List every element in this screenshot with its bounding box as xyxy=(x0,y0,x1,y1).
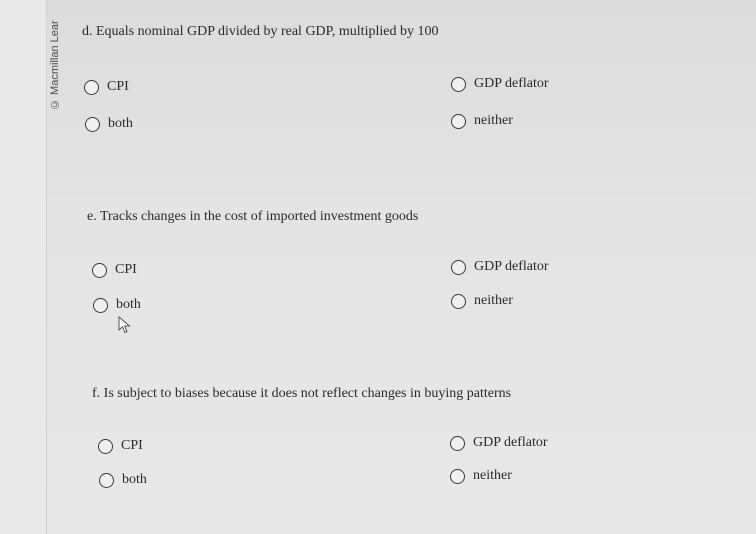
option-label: CPI xyxy=(115,262,137,277)
copyright-watermark: © Macmillan Lear xyxy=(49,20,61,110)
question-e-option-cpi[interactable]: CPI xyxy=(92,262,137,278)
question-f-option-neither[interactable]: neither xyxy=(450,468,512,484)
radio-button-icon[interactable] xyxy=(451,259,466,275)
radio-button-icon[interactable] xyxy=(98,438,113,454)
option-label: neither xyxy=(474,293,513,308)
radio-button-icon[interactable] xyxy=(85,116,100,132)
radio-button-icon[interactable] xyxy=(451,113,466,129)
option-label: GDP deflator xyxy=(473,435,548,450)
question-d-option-gdp-deflator[interactable]: GDP deflator xyxy=(451,76,549,92)
radio-button-icon[interactable] xyxy=(451,76,466,92)
option-label: GDP deflator xyxy=(474,76,549,91)
question-f-option-gdp-deflator[interactable]: GDP deflator xyxy=(450,435,548,451)
question-e-option-both[interactable]: both xyxy=(93,297,141,313)
radio-button-icon[interactable] xyxy=(450,435,465,451)
radio-button-icon[interactable] xyxy=(450,468,465,484)
question-f-option-cpi[interactable]: CPI xyxy=(98,438,143,454)
question-f-text: f. Is subject to biases because it does … xyxy=(92,386,512,401)
option-label: CPI xyxy=(107,79,129,94)
left-margin xyxy=(0,0,47,534)
radio-button-icon[interactable] xyxy=(92,262,107,278)
option-label: GDP deflator xyxy=(474,259,549,274)
option-label: neither xyxy=(474,113,513,128)
question-d-option-both[interactable]: both xyxy=(85,116,133,132)
mouse-pointer-icon xyxy=(118,316,131,334)
option-label: neither xyxy=(473,468,512,483)
question-f-option-both[interactable]: both xyxy=(99,472,147,488)
option-label: both xyxy=(108,116,133,131)
question-e-option-gdp-deflator[interactable]: GDP deflator xyxy=(451,259,549,275)
question-d-option-cpi[interactable]: CPI xyxy=(84,79,129,95)
radio-button-icon[interactable] xyxy=(99,472,114,488)
option-label: both xyxy=(122,472,147,487)
radio-button-icon[interactable] xyxy=(84,79,99,95)
option-label: CPI xyxy=(121,438,143,453)
option-label: both xyxy=(116,297,141,312)
question-d-option-neither[interactable]: neither xyxy=(451,113,513,129)
radio-button-icon[interactable] xyxy=(451,293,466,309)
radio-button-icon[interactable] xyxy=(93,297,108,313)
question-e-option-neither[interactable]: neither xyxy=(451,293,513,309)
question-e-text: e. Tracks changes in the cost of importe… xyxy=(87,209,419,224)
question-d-text: d. Equals nominal GDP divided by real GD… xyxy=(82,24,439,39)
